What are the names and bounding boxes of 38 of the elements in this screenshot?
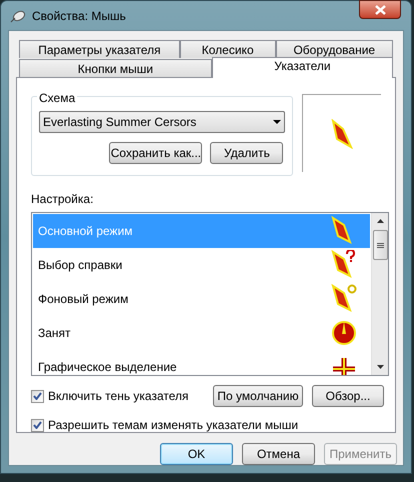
tab[interactable]: Кнопки мыши [19, 59, 212, 77]
close-button[interactable] [359, 0, 401, 19]
tab[interactable]: Указатели [212, 57, 393, 78]
button[interactable]: Отмена [242, 443, 315, 465]
button[interactable]: OK [160, 443, 233, 465]
checkbox[interactable] [31, 418, 44, 432]
checkbox[interactable] [31, 390, 44, 402]
tab[interactable]: Колесико [180, 40, 276, 58]
scheme-dropdown[interactable]: Everlasting Summer Cersors [39, 111, 286, 133]
help-cursor-icon [330, 250, 358, 280]
item-label: Графическое выделение [38, 359, 177, 375]
check-icon [33, 421, 42, 429]
item-label: Основной режим [38, 223, 133, 240]
item-label: Занят [38, 325, 71, 342]
save-as-button[interactable]: Сохранить как... [109, 142, 202, 164]
tab[interactable]: Параметры указателя [19, 40, 180, 58]
dropdown-arrow-icon [273, 120, 282, 124]
window-title: Свойства: Мышь [32, 8, 126, 24]
default-button[interactable]: По умолчанию [213, 385, 303, 407]
item-label: Фоновый режим [38, 291, 128, 308]
cursor-icon [331, 118, 354, 148]
checkbox-label: Включить тень указателя [48, 388, 189, 405]
grip-icon [376, 242, 384, 248]
delete-button[interactable]: Удалить [210, 142, 284, 164]
checkbox-label: Разрешить темам изменять указатели мыши [48, 417, 298, 434]
list-label: Настройка: [31, 191, 94, 208]
close-icon [374, 4, 386, 14]
dropdown-value: Everlasting Summer Cersors [43, 114, 196, 131]
item-label: Выбор справки [38, 257, 122, 274]
tab[interactable]: Оборудование [276, 40, 393, 58]
scroll-down-icon [376, 365, 384, 369]
scrollbar[interactable] [371, 213, 388, 375]
busy-cursor-icon [330, 318, 358, 348]
scroll-thumb[interactable] [372, 230, 388, 260]
check-icon [33, 392, 42, 400]
working-cursor-icon [330, 284, 358, 314]
scroll-up-icon [376, 219, 384, 223]
browse-button[interactable]: Обзор... [312, 385, 384, 407]
